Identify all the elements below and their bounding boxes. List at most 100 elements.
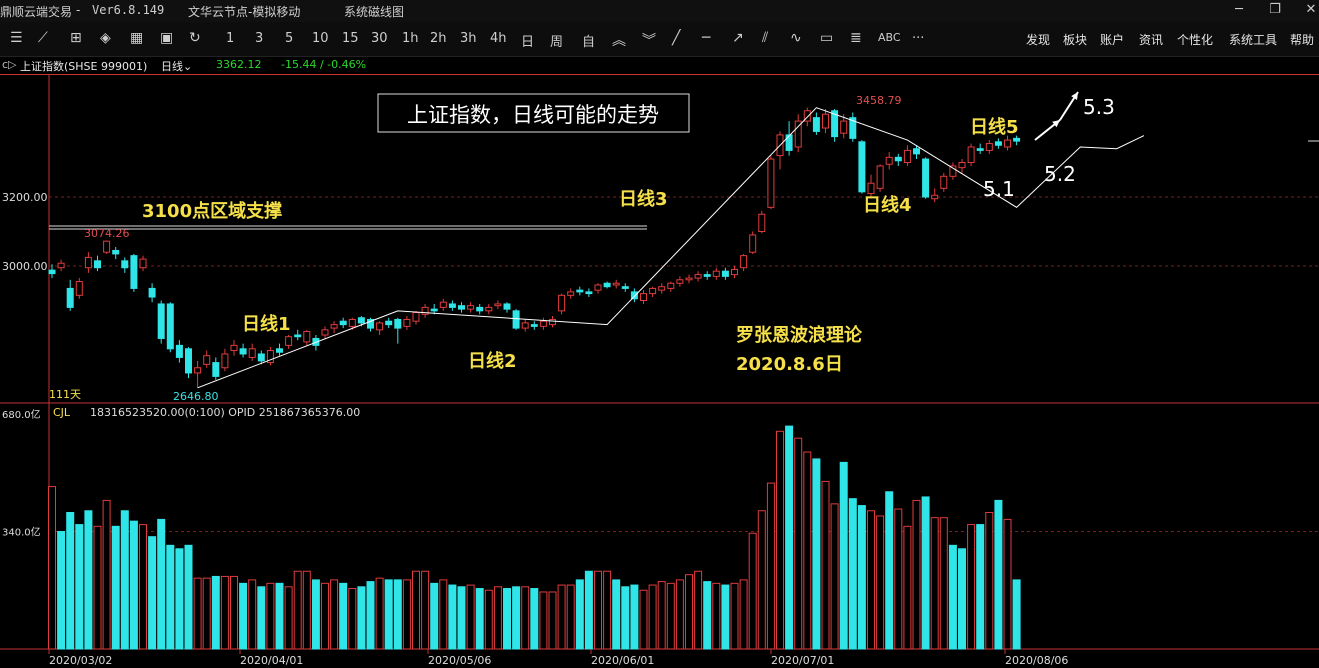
volume-bar [175,548,184,650]
line-chart-icon[interactable]: ⟋ [38,30,48,46]
wave-path-line [197,107,1145,389]
volume-bar [384,579,393,650]
volume-bar [812,458,821,650]
wave1-label: 日线1 [242,313,291,335]
menu-0[interactable]: 发现 [1026,31,1050,48]
volume-bar [284,586,293,650]
volume-bar [967,524,976,650]
kline-chart[interactable]: 3200.00 3000.00 上证指数，日线可能的走势 3100点区域支撑日线1 日线… [0,74,1319,668]
volume-bar [794,437,803,650]
list-icon[interactable]: ☰ [10,30,23,46]
hline-icon[interactable]: ─ [702,30,710,46]
zoom-out-icon[interactable]: ︾ [642,30,656,50]
volume-bar [1012,579,1021,650]
candle-body [503,303,511,310]
period-3[interactable]: 10 [312,31,329,46]
volume-bar [439,579,448,650]
candle-body [694,274,702,279]
channel-icon[interactable]: ⫽ [762,30,768,46]
diamond-icon[interactable]: ◈ [100,30,111,46]
period-1[interactable]: 3 [255,31,263,46]
period-7[interactable]: 2h [430,31,447,46]
period-6[interactable]: 1h [402,31,419,46]
toolbar: ☰ ⟋ ⊞ ◈ ▦ ▣ ↻ 1 3 5 10 15 30 1h 2h 3h 4h 日周自 ︽ ︾ ╱… [0,22,1319,57]
menu-5[interactable]: 系统工具 [1229,31,1277,48]
vol-tick-label: 340.0亿 [2,526,41,539]
server-node[interactable]: 文华云节点-模拟移动 [188,3,300,20]
volume-bar [157,518,166,650]
last-price: 3362.12 [216,58,262,71]
volume-bar [493,586,502,650]
volume-bar [220,575,229,650]
vol-indicator-name[interactable]: CJL [53,406,71,419]
save-icon[interactable]: ▣ [160,30,173,46]
candle-body [103,240,111,253]
volume-bar [958,548,966,650]
volume-bar [202,577,211,650]
text-tool[interactable]: ABC [878,31,901,44]
restore-icon[interactable]: ❐ [1260,2,1290,20]
system-menu[interactable]: 系统磁线图 [344,3,404,20]
volume-bar [111,525,120,650]
grid-icon[interactable]: ▦ [130,30,143,46]
wave-icon[interactable]: ∿ [790,30,802,46]
candle-body [1004,139,1011,148]
instrument-name[interactable]: 上证指数(SHSE 999001) [20,58,147,74]
candle-body [94,260,101,269]
volume-bar [293,570,302,650]
candle-body [894,156,902,162]
period-11[interactable]: 周 [550,31,563,50]
menu-1[interactable]: 板块 [1063,31,1087,48]
volume-bar [948,544,957,650]
draw-line-icon[interactable]: ╱ [672,30,680,46]
candle-body [148,287,156,298]
volume-bar [357,586,366,650]
wave5-label: 日线5 [970,116,1019,138]
volume-bar [530,588,539,650]
period-2[interactable]: 5 [285,31,293,46]
auto-button[interactable]: 自 [582,31,595,50]
candle-body [357,317,365,324]
candle-icon[interactable]: ⊞ [70,30,82,46]
volume-bar [566,584,575,650]
candle-body [903,149,911,164]
volume-bar [84,510,93,650]
minimize-icon[interactable]: ─ [1224,2,1254,20]
volume-bar [421,570,430,650]
rect-icon[interactable]: ▭ [820,30,833,46]
menu-3[interactable]: 资讯 [1139,31,1163,48]
volume-bar [402,579,411,650]
back-icon[interactable]: c▷ [2,58,17,71]
candle-body [976,148,984,151]
period-9[interactable]: 4h [490,31,507,46]
menu-2[interactable]: 账户 [1100,31,1124,48]
candle-body [403,318,411,327]
candle-body [285,336,293,346]
wave52-label: 5.2 [1044,162,1076,186]
candle-body [84,256,92,269]
period-10[interactable]: 日 [521,31,534,50]
period-8[interactable]: 3h [460,31,477,46]
close-icon[interactable]: ✕ [1296,2,1319,20]
more-icon[interactable]: ··· [912,31,924,46]
ray-icon[interactable]: ↗ [732,30,744,46]
volume-bar [694,570,703,650]
period-4[interactable]: 15 [342,31,359,46]
period-select[interactable]: 日线⌄ [161,58,192,74]
menu-6[interactable]: 帮助 [1290,31,1314,48]
zoom-in-icon[interactable]: ︽ [612,30,626,50]
fib-icon[interactable]: ≣ [850,30,862,46]
period-5[interactable]: 30 [371,31,388,46]
volume-bar [457,586,466,650]
candle-body [994,141,1002,146]
candle-body [448,303,456,308]
menu-4[interactable]: 个性化 [1177,31,1213,48]
volume-bar [448,584,457,650]
candle-body [175,344,183,358]
refresh-icon[interactable]: ↻ [189,30,201,46]
candle-body [476,306,484,312]
candle-body [612,282,620,286]
volume-bar [148,536,157,650]
period-0[interactable]: 1 [226,31,234,46]
volume-bar [266,582,275,650]
